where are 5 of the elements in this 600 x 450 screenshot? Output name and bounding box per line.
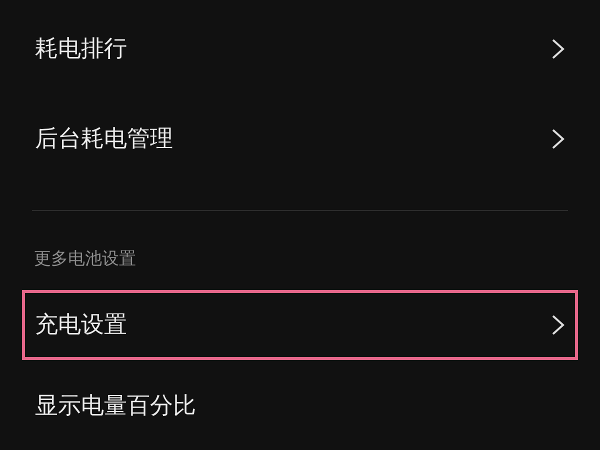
settings-row[interactable]: 显示电量百分比 — [22, 360, 578, 450]
highlighted-settings-row[interactable]: 充电设置 — [22, 290, 578, 360]
settings-row[interactable]: 耗电排行 — [22, 4, 578, 94]
section-header: 更多电池设置 — [34, 248, 136, 270]
settings-row[interactable]: 后台耗电管理 — [22, 94, 578, 184]
